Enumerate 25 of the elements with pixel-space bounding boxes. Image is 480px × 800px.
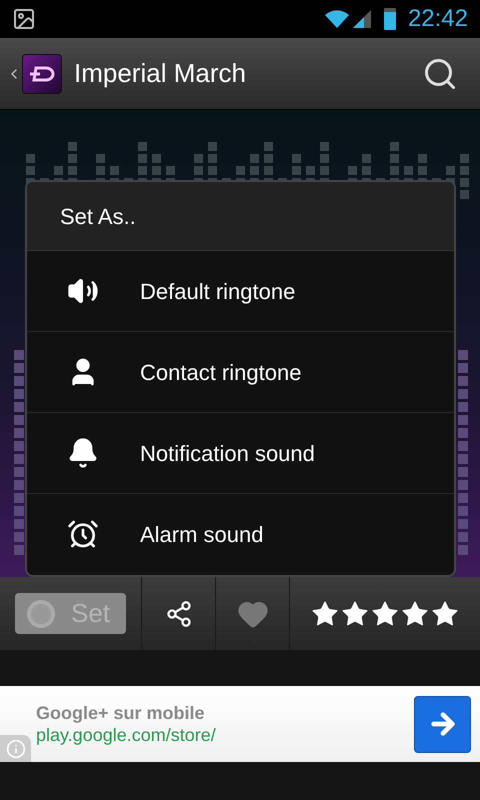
gallery-icon: [12, 7, 36, 31]
bell-icon: [67, 437, 99, 469]
clock: 22:42: [408, 4, 468, 34]
menu-item[interactable]: Alarm sound: [27, 494, 454, 575]
wifi-icon: [324, 9, 350, 29]
share-icon[interactable]: [164, 600, 192, 628]
ad-title: Google+ sur mobile: [36, 702, 206, 724]
menu-item[interactable]: Default ringtone: [27, 251, 454, 332]
star-icon[interactable]: [370, 598, 400, 628]
star-icon[interactable]: [400, 598, 430, 628]
star-icon[interactable]: [430, 598, 460, 628]
menu-item[interactable]: Contact ringtone: [27, 332, 454, 413]
screen-title: Imperial March: [74, 57, 246, 90]
alarm-clock-icon: [67, 518, 99, 550]
dialog-title: Set As..: [60, 202, 136, 230]
app-logo-icon[interactable]: [22, 54, 62, 94]
star-icon[interactable]: [310, 598, 340, 628]
star-icon[interactable]: [340, 598, 370, 628]
info-icon: [6, 738, 26, 758]
signal-icon: [352, 9, 372, 29]
ad-url: play.google.com/store/: [36, 724, 217, 746]
menu-item[interactable]: Notification sound: [27, 413, 454, 494]
go-button[interactable]: [414, 696, 471, 752]
battery-icon: [384, 8, 396, 30]
radio-icon: [27, 600, 55, 628]
